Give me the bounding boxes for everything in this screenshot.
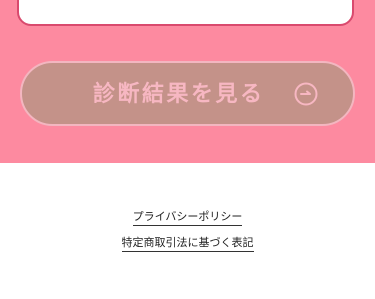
circle-arrow-right-icon [294,82,318,106]
privacy-policy-label: プライバシーポリシー [132,210,243,226]
commercial-law-label: 特定商取引法に基づく表記 [121,236,254,252]
privacy-policy-link[interactable]: プライバシーポリシー [0,208,375,226]
commercial-law-link[interactable]: 特定商取引法に基づく表記 [0,234,375,252]
view-result-label: 診断結果を見る [93,81,265,106]
pink-background-section: 診断結果を見る [0,0,375,163]
content-card [17,0,354,26]
view-result-button[interactable]: 診断結果を見る [20,61,355,126]
